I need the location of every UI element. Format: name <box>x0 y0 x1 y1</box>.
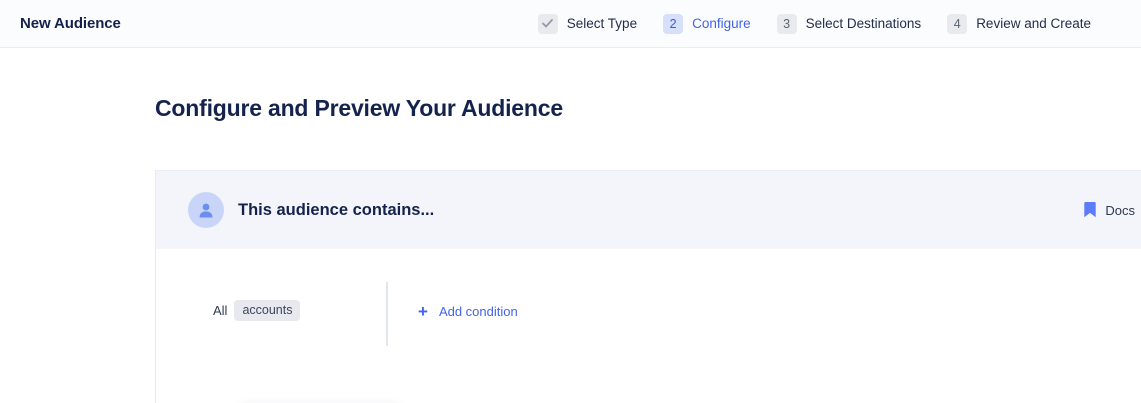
card-title: This audience contains... <box>238 201 434 220</box>
step-label: Configure <box>692 16 751 31</box>
card-header: This audience contains... Docs <box>156 171 1141 249</box>
condition-builder: All accounts + Add condition Users Accou… <box>156 249 1141 403</box>
step-number-badge: 3 <box>777 14 797 34</box>
step-review-and-create[interactable]: 4 Review and Create <box>947 14 1091 34</box>
step-label: Select Destinations <box>806 16 922 31</box>
entity-type-chip[interactable]: accounts <box>234 300 300 321</box>
bookmark-icon <box>1084 202 1096 218</box>
page-title: New Audience <box>0 15 121 32</box>
add-condition-button[interactable]: + Add condition <box>418 304 518 319</box>
docs-link[interactable]: Docs <box>1084 202 1135 218</box>
check-icon <box>538 14 558 34</box>
entity-selector-row: All accounts <box>213 300 300 321</box>
person-icon <box>196 200 216 220</box>
step-configure[interactable]: 2 Configure <box>663 14 751 34</box>
docs-label: Docs <box>1105 203 1135 218</box>
add-condition-label: Add condition <box>439 304 518 319</box>
audience-card: This audience contains... Docs All accou… <box>155 170 1141 403</box>
step-select-type[interactable]: Select Type <box>538 14 637 34</box>
page-heading: Configure and Preview Your Audience <box>155 95 563 122</box>
avatar <box>188 192 224 228</box>
step-number-badge: 4 <box>947 14 967 34</box>
plus-icon: + <box>418 305 428 319</box>
step-select-destinations[interactable]: 3 Select Destinations <box>777 14 922 34</box>
condition-tree-connector <box>386 282 388 346</box>
page: New Audience Select Type 2 Configure 3 S… <box>0 0 1141 403</box>
step-label: Review and Create <box>976 16 1091 31</box>
step-label: Select Type <box>567 16 637 31</box>
top-bar: New Audience Select Type 2 Configure 3 S… <box>0 0 1141 48</box>
step-number-badge: 2 <box>663 14 683 34</box>
stepper: Select Type 2 Configure 3 Select Destina… <box>538 0 1091 47</box>
entity-prefix-label: All <box>213 303 227 318</box>
